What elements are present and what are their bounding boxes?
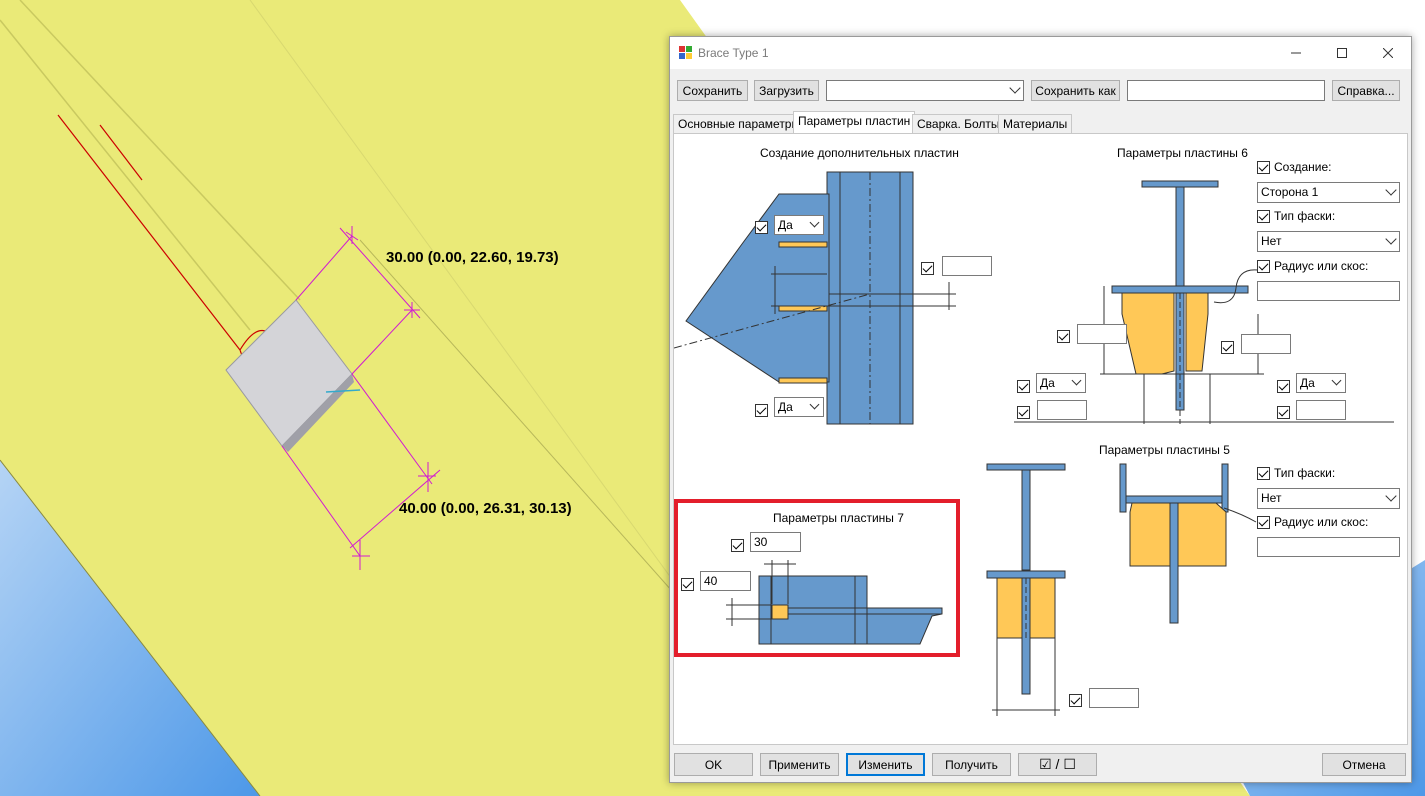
maximize-icon	[1337, 48, 1347, 58]
dimension-label-top: 30.00 (0.00, 22.60, 19.73)	[386, 249, 559, 266]
tab-plate-parameters[interactable]: Параметры пластин	[793, 111, 916, 134]
plate5-radius-label: Радиус или скос:	[1274, 515, 1369, 529]
chevron-down-icon	[809, 399, 820, 410]
extra-plates-title: Создание дополнительных пластин	[760, 146, 959, 160]
extra-plates-top-combo[interactable]: Да	[774, 215, 824, 235]
extra-plates-bottom-combo-value: Да	[778, 400, 793, 414]
plate6-left-field[interactable]	[1077, 324, 1127, 344]
chevron-down-icon	[1385, 233, 1397, 245]
chevron-down-icon	[1385, 490, 1397, 502]
plate5-bottom-checkbox[interactable]	[1069, 694, 1082, 707]
extra-plates-bottom-combo[interactable]: Да	[774, 397, 824, 417]
plate6-left-bottom-field[interactable]	[1037, 400, 1087, 420]
save-as-button[interactable]: Сохранить как	[1031, 80, 1120, 101]
plate6-left-combo-value: Да	[1040, 376, 1055, 390]
chevron-down-icon	[1071, 375, 1082, 386]
plate5-title: Параметры пластины 5	[1099, 443, 1230, 457]
plate6-create-label: Создание:	[1274, 160, 1332, 174]
tab-welding-bolts[interactable]: Сварка. Болты	[912, 114, 1005, 133]
plate6-left-combo[interactable]: Да	[1036, 373, 1086, 393]
chevron-down-icon	[1009, 82, 1021, 94]
get-button[interactable]: Получить	[932, 753, 1011, 776]
save-button[interactable]: Сохранить	[677, 80, 748, 101]
minimize-button[interactable]	[1273, 37, 1319, 69]
plate6-side-value: Сторона 1	[1261, 185, 1319, 199]
plate6-side-combo[interactable]: Сторона 1	[1257, 182, 1400, 203]
plate6-chamfer-checkbox[interactable]	[1257, 210, 1270, 223]
title-bar[interactable]: Brace Type 1	[670, 37, 1411, 69]
close-icon	[1383, 48, 1393, 58]
plate6-create-checkbox[interactable]	[1257, 161, 1270, 174]
plate6-right-bottom-field[interactable]	[1296, 400, 1346, 420]
plate5-chamfer-checkbox[interactable]	[1257, 467, 1270, 480]
plate6-right-checkbox[interactable]	[1221, 341, 1234, 354]
chevron-down-icon	[1331, 375, 1342, 386]
chevron-down-icon	[1385, 184, 1397, 196]
extra-plates-drawing	[674, 171, 956, 425]
plate7-left-field[interactable]: 40	[700, 571, 751, 591]
plate6-chamfer-combo[interactable]: Нет	[1257, 231, 1400, 252]
plate6-chamfer-label: Тип фаски:	[1274, 209, 1336, 223]
plate6-left-checkbox[interactable]	[1057, 330, 1070, 343]
plate7-top-field[interactable]: 30	[750, 532, 801, 552]
plate6-radius-field[interactable]	[1257, 281, 1400, 301]
plate6-right-combo-value: Да	[1300, 376, 1315, 390]
plate7-top-checkbox[interactable]	[731, 539, 744, 552]
extra-plates-top-combo-value: Да	[778, 218, 793, 232]
app-icon	[679, 46, 692, 59]
plate5-chamfer-combo[interactable]: Нет	[1257, 488, 1400, 509]
load-button[interactable]: Загрузить	[754, 80, 819, 101]
plate6-chamfer-value: Нет	[1261, 234, 1282, 248]
plate5-chamfer-label: Тип фаски:	[1274, 466, 1336, 480]
extra-plates-right-field[interactable]	[942, 256, 992, 276]
plate6-right-bottom-checkbox[interactable]	[1277, 406, 1290, 419]
extra-plates-right-checkbox[interactable]	[921, 262, 934, 275]
tab-materials[interactable]: Материалы	[998, 114, 1073, 133]
dimension-label-bottom: 40.00 (0.00, 26.31, 30.13)	[399, 500, 572, 517]
plate6-title: Параметры пластины 6	[1117, 146, 1248, 160]
plate6-left-combo-checkbox[interactable]	[1017, 380, 1030, 393]
save-as-field[interactable]	[1127, 80, 1325, 101]
minimize-icon	[1291, 52, 1301, 54]
plate5-drawing	[986, 463, 1257, 716]
plate6-right-combo-checkbox[interactable]	[1277, 380, 1290, 393]
cancel-button[interactable]: Отмена	[1322, 753, 1406, 776]
plate5-radius-field[interactable]	[1257, 537, 1400, 557]
plate6-right-field[interactable]	[1241, 334, 1291, 354]
plate6-left-bottom-checkbox[interactable]	[1017, 406, 1030, 419]
plate5-chamfer-value: Нет	[1261, 491, 1282, 505]
close-button[interactable]	[1365, 37, 1411, 69]
brace-type-dialog: Brace Type 1 Сохранить Загрузить Сохрани…	[669, 36, 1412, 783]
window-title: Brace Type 1	[698, 46, 769, 60]
plate7-left-checkbox[interactable]	[681, 578, 694, 591]
apply-button[interactable]: Применить	[760, 753, 839, 776]
plate5-radius-checkbox[interactable]	[1257, 516, 1270, 529]
chevron-down-icon	[809, 217, 820, 228]
modify-button[interactable]: Изменить	[846, 753, 925, 776]
plate6-right-combo[interactable]: Да	[1296, 373, 1346, 393]
tab-main-parameters[interactable]: Основные параметры	[673, 114, 806, 133]
plate5-bottom-field[interactable]	[1089, 688, 1139, 708]
maximize-button[interactable]	[1319, 37, 1365, 69]
preset-combo[interactable]	[826, 80, 1024, 101]
help-button[interactable]: Справка...	[1332, 80, 1400, 101]
plate7-title: Параметры пластины 7	[773, 511, 904, 525]
plate6-radius-checkbox[interactable]	[1257, 260, 1270, 273]
extra-plates-bottom-checkbox[interactable]	[755, 404, 768, 417]
ok-button[interactable]: OK	[674, 753, 753, 776]
plate6-radius-label: Радиус или скос:	[1274, 259, 1369, 273]
toggle-checkboxes-button[interactable]: ☑ / ☐	[1018, 753, 1097, 776]
plate-parameters-panel: Создание дополнительных пластин Да Да Па…	[673, 133, 1408, 745]
extra-plates-top-checkbox[interactable]	[755, 221, 768, 234]
